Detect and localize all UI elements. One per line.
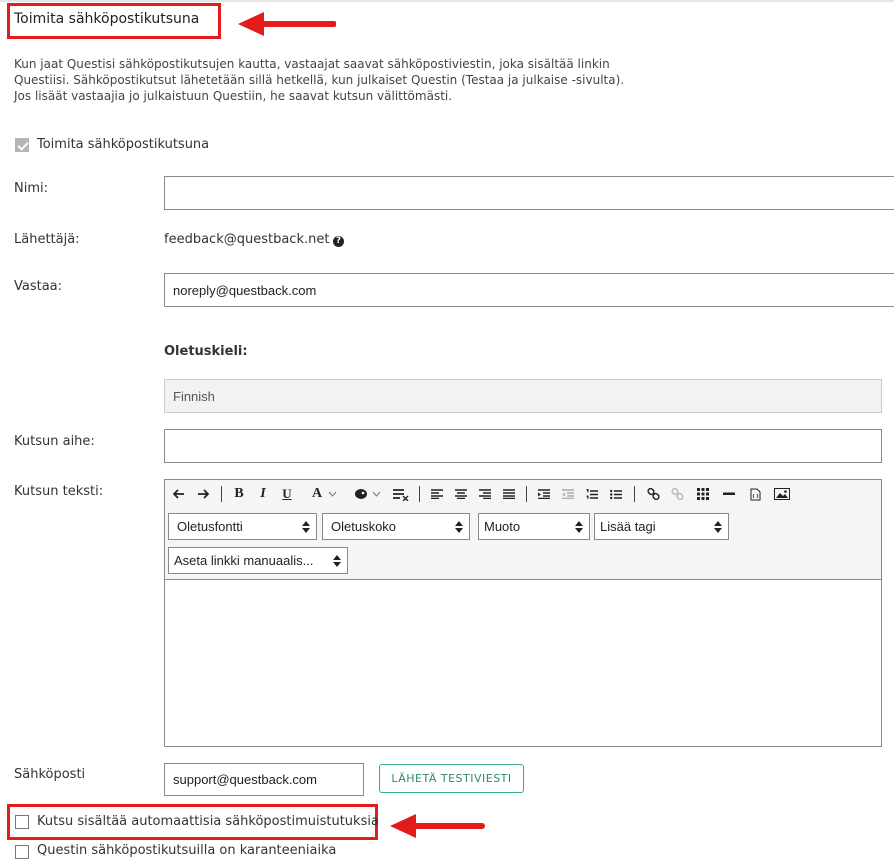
stepper-arrows-icon: [455, 521, 463, 533]
image-icon[interactable]: [772, 485, 792, 503]
insert-link-value: Aseta linkki manuaalis...: [174, 553, 314, 568]
outdent-icon[interactable]: [559, 485, 577, 503]
help-icon[interactable]: ?: [333, 236, 344, 247]
stepper-arrows-icon: [333, 555, 341, 567]
quarantine-checkbox[interactable]: [15, 845, 29, 859]
bg-color-icon[interactable]: [352, 485, 370, 503]
editor-toolbar: B I U A: [168, 485, 878, 505]
intro-line-2: Questiisi. Sähköpostikutsut lähetetään s…: [14, 73, 625, 87]
reminders-label: Kutsu sisältää automaattisia sähköpostim…: [37, 814, 379, 829]
insert-tag-value: Lisää tagi: [600, 519, 656, 534]
name-label: Nimi:: [14, 181, 48, 196]
annotation-arrow-title: [238, 12, 336, 36]
reply-input[interactable]: noreply@questback.com: [164, 273, 894, 307]
deliver-email-checkbox[interactable]: [15, 138, 29, 152]
toolbar-separator: [419, 486, 420, 502]
insert-link-select[interactable]: Aseta linkki manuaalis...: [168, 547, 348, 574]
font-family-select[interactable]: Oletusfontti: [168, 513, 317, 540]
toolbar-separator: [526, 486, 527, 502]
remove-format-icon[interactable]: [390, 485, 412, 503]
source-code-icon[interactable]: [746, 485, 764, 503]
link-icon[interactable]: [644, 485, 662, 503]
default-language-label: Oletuskieli:: [164, 344, 248, 359]
undo-icon[interactable]: [170, 485, 188, 503]
test-email-input[interactable]: support@questback.com: [164, 763, 364, 796]
italic-button[interactable]: I: [254, 485, 272, 503]
font-color-button[interactable]: A: [308, 485, 326, 503]
underline-button[interactable]: U: [278, 485, 296, 503]
sender-label: Lähettäjä:: [14, 232, 80, 247]
unlink-icon[interactable]: [668, 485, 686, 503]
section-title: Toimita sähköpostikutsuna: [14, 11, 200, 27]
font-size-select[interactable]: Oletuskoko: [322, 513, 470, 540]
intro-line-1: Kun jaat Questisi sähköpostikutsujen kau…: [14, 57, 610, 71]
quarantine-label: Questin sähköpostikutsuilla on karanteen…: [37, 843, 337, 858]
default-language-field: Finnish: [164, 379, 882, 413]
align-justify-icon[interactable]: [500, 485, 518, 503]
email-label: Sähköposti: [14, 767, 86, 782]
intro-line-3: Jos lisäät vastaajia jo julkaistuun Ques…: [14, 89, 453, 103]
insert-tag-select[interactable]: Lisää tagi: [594, 513, 729, 540]
redo-icon[interactable]: [194, 485, 212, 503]
toolbar-separator: [634, 486, 635, 502]
reply-label: Vastaa:: [14, 279, 63, 294]
table-icon[interactable]: [694, 485, 712, 503]
annotation-arrow-reminders: [390, 814, 485, 838]
font-family-value: Oletusfontti: [177, 519, 243, 534]
align-center-icon[interactable]: [452, 485, 470, 503]
stepper-arrows-icon: [714, 521, 722, 533]
toolbar-separator: [221, 486, 222, 502]
numbered-list-icon[interactable]: [583, 485, 601, 503]
stepper-arrows-icon: [302, 521, 310, 533]
indent-icon[interactable]: [535, 485, 553, 503]
align-right-icon[interactable]: [476, 485, 494, 503]
format-select[interactable]: Muoto: [478, 513, 590, 540]
font-size-value: Oletuskoko: [331, 519, 397, 534]
intro-text: Kun jaat Questisi sähköpostikutsujen kau…: [14, 56, 694, 104]
chevron-down-icon[interactable]: [370, 485, 382, 503]
sender-value: feedback@questback.net: [164, 232, 330, 247]
horizontal-rule-icon[interactable]: [720, 485, 738, 503]
format-value: Muoto: [484, 519, 521, 534]
body-label: Kutsun teksti:: [14, 484, 104, 499]
name-input[interactable]: [164, 176, 894, 210]
top-divider: [0, 0, 894, 2]
subject-input[interactable]: [164, 429, 882, 463]
deliver-email-label: Toimita sähköpostikutsuna: [37, 137, 210, 152]
subject-label: Kutsun aihe:: [14, 434, 95, 449]
bullet-list-icon[interactable]: [607, 485, 625, 503]
editor-content-area[interactable]: [164, 579, 882, 747]
send-test-button[interactable]: LÄHETÄ TESTIVIESTI: [379, 764, 524, 793]
chevron-down-icon[interactable]: [326, 485, 338, 503]
stepper-arrows-icon: [575, 521, 583, 533]
bold-button[interactable]: B: [230, 485, 248, 503]
align-left-icon[interactable]: [428, 485, 446, 503]
reminders-checkbox[interactable]: [15, 815, 29, 829]
